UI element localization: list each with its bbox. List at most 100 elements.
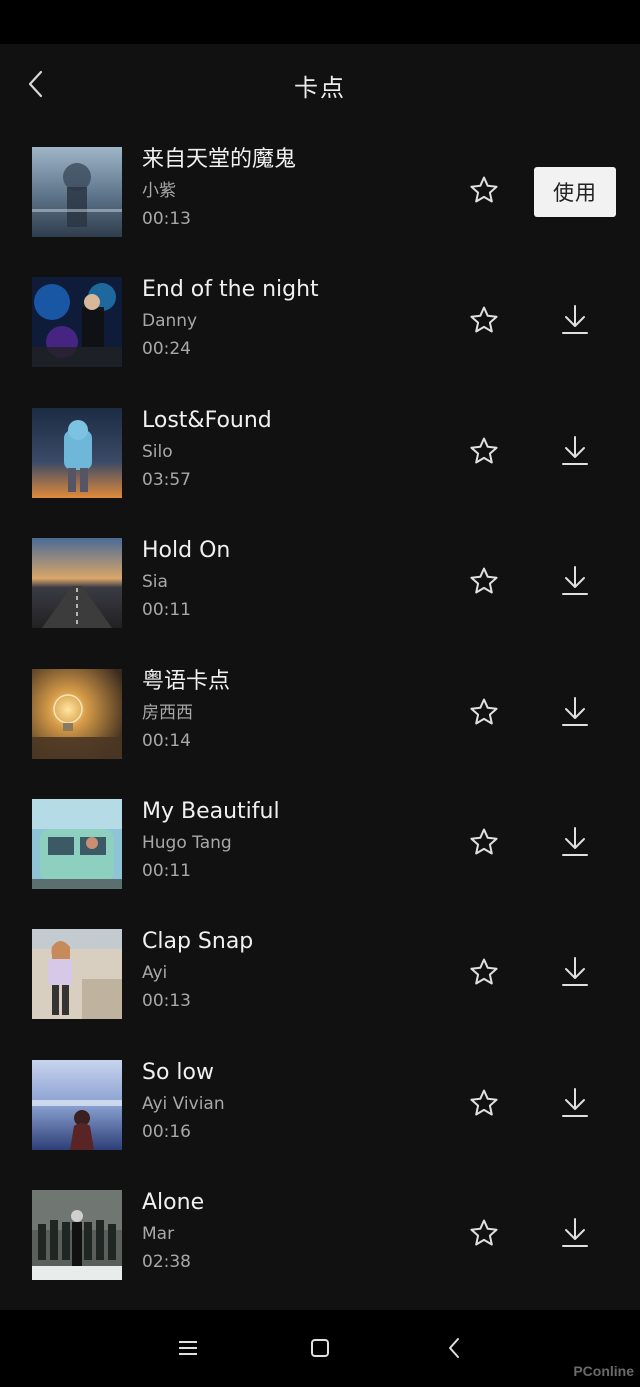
download-button[interactable] — [555, 561, 595, 601]
download-button[interactable] — [555, 300, 595, 340]
favorite-button[interactable] — [464, 561, 504, 601]
song-title: Lost&Found — [142, 407, 272, 433]
song-list: 来自天堂的魔鬼 小紫 00:13 使用 End of the night Dan… — [0, 128, 640, 1302]
star-outline-icon — [470, 958, 498, 985]
album-cover — [32, 668, 122, 759]
star-outline-icon — [470, 1219, 498, 1246]
download-button[interactable] — [555, 1213, 595, 1253]
song-title: 粤语卡点 — [142, 668, 231, 694]
song-row[interactable]: Lost&Found Silo 03:57 — [0, 389, 640, 519]
favorite-button[interactable] — [464, 1213, 504, 1253]
song-artist: 小紫 — [142, 181, 176, 201]
song-duration: 00:16 — [142, 1121, 191, 1142]
song-artist: Mar — [142, 1224, 175, 1245]
song-title: Clap Snap — [142, 929, 254, 955]
song-title: End of the night — [142, 277, 319, 303]
triangle-back-icon — [449, 1338, 459, 1358]
favorite-button[interactable] — [464, 170, 504, 210]
star-outline-icon — [470, 437, 498, 464]
song-row[interactable]: Clap Snap Ayi 00:13 — [0, 910, 640, 1040]
favorite-button[interactable] — [464, 300, 504, 340]
song-row[interactable]: Hold On Sia 00:11 — [0, 519, 640, 649]
song-duration: 00:24 — [142, 339, 191, 360]
download-icon — [562, 435, 588, 465]
download-icon — [562, 566, 588, 596]
song-info: Alone Mar 02:38 — [142, 1189, 442, 1273]
song-info: 来自天堂的魔鬼 小紫 00:13 — [142, 146, 442, 230]
favorite-button[interactable] — [464, 822, 504, 862]
song-artist: Hugo Tang — [142, 832, 232, 853]
watermark-logo: PConline — [573, 1363, 634, 1379]
album-cover — [32, 407, 122, 498]
square-home-icon — [311, 1339, 329, 1357]
favorite-button[interactable] — [464, 431, 504, 471]
song-duration: 02:38 — [142, 1252, 191, 1273]
song-row[interactable]: Alone Mar 02:38 — [0, 1171, 640, 1301]
download-icon — [562, 1087, 588, 1117]
album-cover — [32, 538, 122, 629]
system-back-button[interactable] — [436, 1330, 472, 1366]
song-artist: Ayi — [142, 963, 168, 984]
song-duration: 00:14 — [142, 730, 191, 751]
download-icon — [562, 826, 588, 856]
album-cover — [32, 798, 122, 889]
download-icon — [562, 696, 588, 726]
status-bar — [0, 0, 640, 44]
header: 卡点 — [0, 44, 640, 128]
song-info: So low Ayi Vivian 00:16 — [142, 1059, 442, 1143]
song-info: My Beautiful Hugo Tang 00:11 — [142, 798, 442, 882]
download-icon — [562, 305, 588, 335]
favorite-button[interactable] — [464, 1083, 504, 1123]
download-button[interactable] — [555, 431, 595, 471]
page-title: 卡点 — [294, 74, 346, 102]
song-row[interactable]: So low Ayi Vivian 00:16 — [0, 1041, 640, 1171]
song-artist: Danny — [142, 311, 198, 332]
star-outline-icon — [470, 1089, 498, 1116]
song-row[interactable]: My Beautiful Hugo Tang 00:11 — [0, 780, 640, 910]
star-outline-icon — [470, 828, 498, 855]
use-button[interactable]: 使用 — [534, 167, 616, 217]
favorite-button[interactable] — [464, 692, 504, 732]
favorite-button[interactable] — [464, 952, 504, 992]
album-cover — [32, 1190, 122, 1281]
download-button[interactable] — [555, 1083, 595, 1123]
song-info: Hold On Sia 00:11 — [142, 537, 442, 621]
song-duration: 03:57 — [142, 469, 191, 490]
download-button[interactable] — [555, 692, 595, 732]
song-title: Hold On — [142, 538, 231, 564]
album-cover — [32, 1059, 122, 1150]
star-outline-icon — [470, 176, 498, 203]
album-cover — [32, 277, 122, 368]
song-title: 来自天堂的魔鬼 — [142, 147, 297, 172]
app-screen: 卡点 来自天堂的魔鬼 小紫 00:13 使用 End of the night … — [0, 44, 640, 1310]
download-icon — [562, 957, 588, 987]
song-title: So low — [142, 1059, 214, 1085]
song-artist: Sia — [142, 572, 168, 593]
song-info: 粤语卡点 房西西 00:14 — [142, 668, 442, 752]
song-title: My Beautiful — [142, 798, 280, 824]
download-button[interactable] — [555, 952, 595, 992]
star-outline-icon — [470, 698, 498, 725]
song-info: Lost&Found Silo 03:57 — [142, 407, 442, 491]
star-outline-icon — [470, 567, 498, 594]
song-row[interactable]: End of the night Danny 00:24 — [0, 258, 640, 388]
system-nav-bar: PConline — [0, 1310, 640, 1387]
song-row[interactable]: 粤语卡点 房西西 00:14 — [0, 650, 640, 780]
album-cover — [32, 929, 122, 1020]
song-duration: 00:11 — [142, 860, 191, 881]
star-outline-icon — [470, 306, 498, 333]
song-artist: 房西西 — [142, 702, 193, 723]
download-button[interactable] — [555, 822, 595, 862]
song-duration: 00:13 — [142, 991, 191, 1012]
album-cover — [32, 147, 122, 237]
song-row[interactable]: 来自天堂的魔鬼 小紫 00:13 使用 — [0, 128, 640, 258]
song-duration: 00:13 — [142, 209, 191, 229]
song-title: Alone — [142, 1190, 205, 1216]
song-artist: Silo — [142, 441, 173, 462]
home-button[interactable] — [302, 1330, 338, 1366]
menu-icon — [179, 1341, 197, 1355]
song-duration: 00:11 — [142, 600, 191, 621]
download-icon — [562, 1218, 588, 1248]
menu-button[interactable] — [170, 1330, 206, 1366]
song-artist: Ayi Vivian — [142, 1093, 225, 1114]
